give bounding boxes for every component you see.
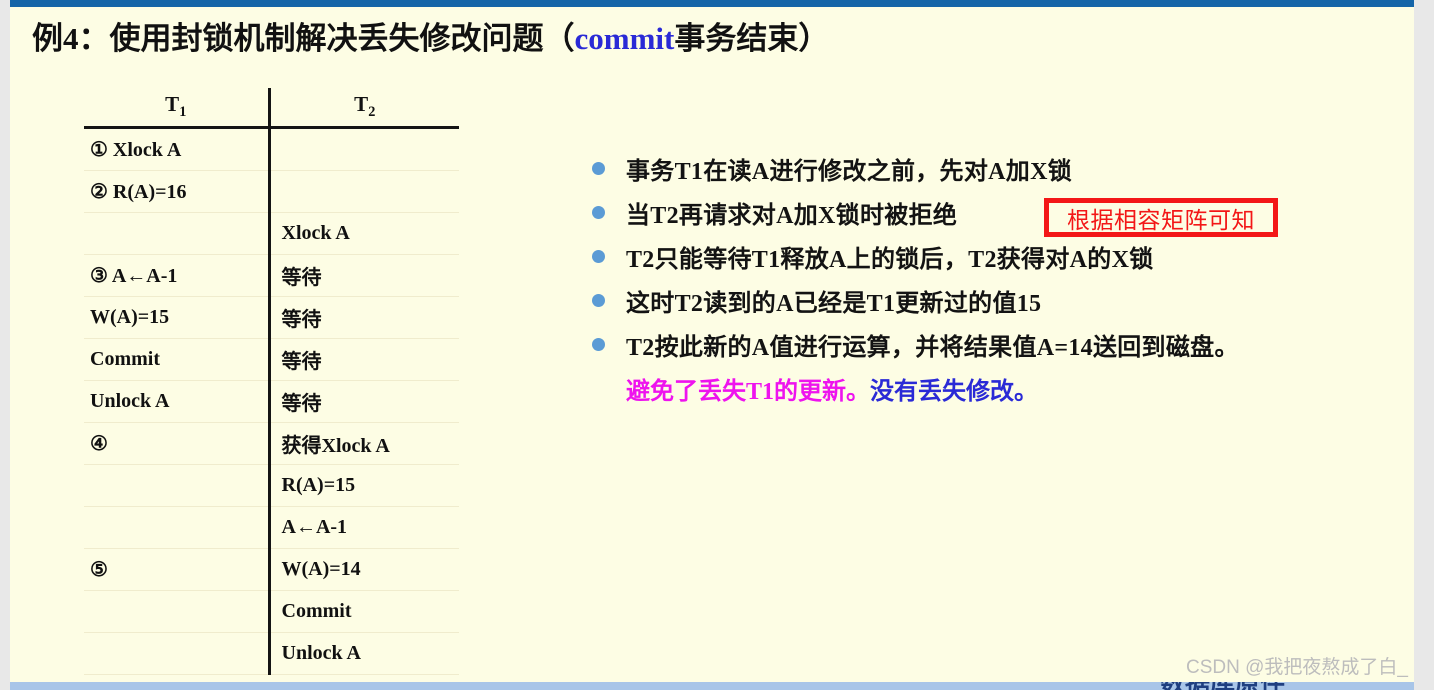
cell-t2: 等待 (269, 338, 459, 381)
table-row: Unlock A 等待 (84, 380, 459, 423)
bullet-label: T2只能等待T1释放A上的锁后，T2获得对A的X锁 (626, 246, 1154, 273)
cell-t2: R(A)=15 (269, 464, 459, 507)
cell-t2: 等待 (269, 254, 459, 297)
table-row: R(A)=15 (84, 464, 459, 507)
cell-t1 (84, 506, 271, 549)
csdn-watermark: CSDN @我把夜熬成了白_ (1186, 657, 1408, 678)
page-title: 例4：使用封锁机制解决丢失修改问题（commit事务结束） (32, 13, 829, 58)
cell-t2 (269, 170, 459, 213)
top-accent-bar (10, 0, 1414, 7)
bullet-dot-icon (592, 293, 605, 307)
transaction-schedule-table: T1 T2 ① Xlock A ② R(A)=16 Xlock A ③ A←A-… (84, 88, 459, 675)
list-item: 事务T1在读A进行修改之前，先对A加X锁 (592, 146, 1392, 190)
cell-t1: Unlock A (84, 380, 271, 423)
list-item: 这时T2读到的A已经是T1更新过的值15 (592, 278, 1392, 322)
red-callout-label: 根据相容矩阵可知 (1067, 206, 1255, 233)
bullet-label: T2按此新的A值进行运算，并将结果值A=14送回到磁盘。 (626, 334, 1239, 361)
cell-t2: W(A)=14 (269, 548, 459, 591)
table-row: Xlock A (84, 212, 459, 255)
table-row: ① Xlock A (84, 127, 459, 171)
bullet-label: 事务T1在读A进行修改之前，先对A加X锁 (626, 158, 1073, 185)
cell-t2 (269, 127, 459, 171)
cell-t1 (84, 464, 271, 507)
column-header-t1: T1 (84, 88, 271, 129)
table-header-row: T1 T2 (84, 88, 459, 129)
cell-t1 (84, 212, 271, 255)
table-row: Commit (84, 590, 459, 633)
t2-subscript: 2 (368, 104, 376, 121)
table-row: ③ A←A-1 等待 (84, 254, 459, 297)
t1-subscript: 1 (179, 104, 187, 121)
title-accent-text: commit (574, 21, 675, 56)
list-item: T2按此新的A值进行运算，并将结果值A=14送回到磁盘。 (592, 322, 1392, 366)
conclusion-note: 避免了丢失T1的更新。 没有丢失修改。 (592, 366, 1392, 410)
cell-t1 (84, 590, 271, 633)
bottom-accent-bar: 数据库原件 (10, 682, 1414, 690)
bullet-label: 当T2再请求对A加X锁时被拒绝 (626, 202, 958, 229)
conclusion-note-blue: 没有丢失修改。 (870, 378, 1039, 405)
cell-t1: ④ (84, 422, 271, 465)
bullet-dot-icon (592, 161, 605, 175)
table-row: W(A)=15 等待 (84, 296, 459, 339)
cell-t2: A←A-1 (269, 506, 459, 549)
column-header-t2: T2 (269, 88, 459, 129)
cell-t2: Unlock A (269, 632, 459, 675)
bullet-label: 这时T2读到的A已经是T1更新过的值15 (626, 290, 1042, 317)
cell-t2: Xlock A (269, 212, 459, 255)
list-item: T2只能等待T1释放A上的锁后，T2获得对A的X锁 (592, 234, 1392, 278)
conclusion-note-magenta: 避免了丢失T1的更新。 (626, 378, 871, 405)
cell-t2: 等待 (269, 380, 459, 423)
cell-t1 (84, 632, 271, 675)
table-row: ② R(A)=16 (84, 170, 459, 213)
cell-t1: Commit (84, 338, 271, 381)
table-row: ⑤ W(A)=14 (84, 548, 459, 591)
table-row: Commit 等待 (84, 338, 459, 381)
title-tail-text: 事务结束） (674, 21, 830, 56)
slide-canvas: 例4：使用封锁机制解决丢失修改问题（commit事务结束） T1 T2 ① Xl… (0, 0, 1434, 690)
cell-t2: 等待 (269, 296, 459, 339)
cell-t1: W(A)=15 (84, 296, 271, 339)
table-body: ① Xlock A ② R(A)=16 Xlock A ③ A←A-1 等待 W(… (84, 127, 459, 675)
table-row: Unlock A (84, 632, 459, 675)
bullet-dot-icon (592, 205, 605, 219)
cell-t1: ③ A←A-1 (84, 254, 271, 297)
cell-t2: 获得Xlock A (269, 422, 459, 465)
red-callout-box: 根据相容矩阵可知 (1044, 198, 1278, 237)
title-main-text: 例4：使用封锁机制解决丢失修改问题（ (32, 21, 575, 56)
table-row: ④ 获得Xlock A (84, 422, 459, 465)
cell-t1: ① Xlock A (84, 127, 271, 171)
bullet-dot-icon (592, 249, 605, 263)
bullet-dot-icon (592, 337, 605, 351)
cell-t2: Commit (269, 590, 459, 633)
cell-t1: ⑤ (84, 548, 271, 591)
cell-t1: ② R(A)=16 (84, 170, 271, 213)
bottom-bar-label: 数据库原件 (1160, 682, 1285, 690)
table-row: A←A-1 (84, 506, 459, 549)
explanation-bullet-list: 事务T1在读A进行修改之前，先对A加X锁 当T2再请求对A加X锁时被拒绝 T2只… (592, 146, 1392, 410)
